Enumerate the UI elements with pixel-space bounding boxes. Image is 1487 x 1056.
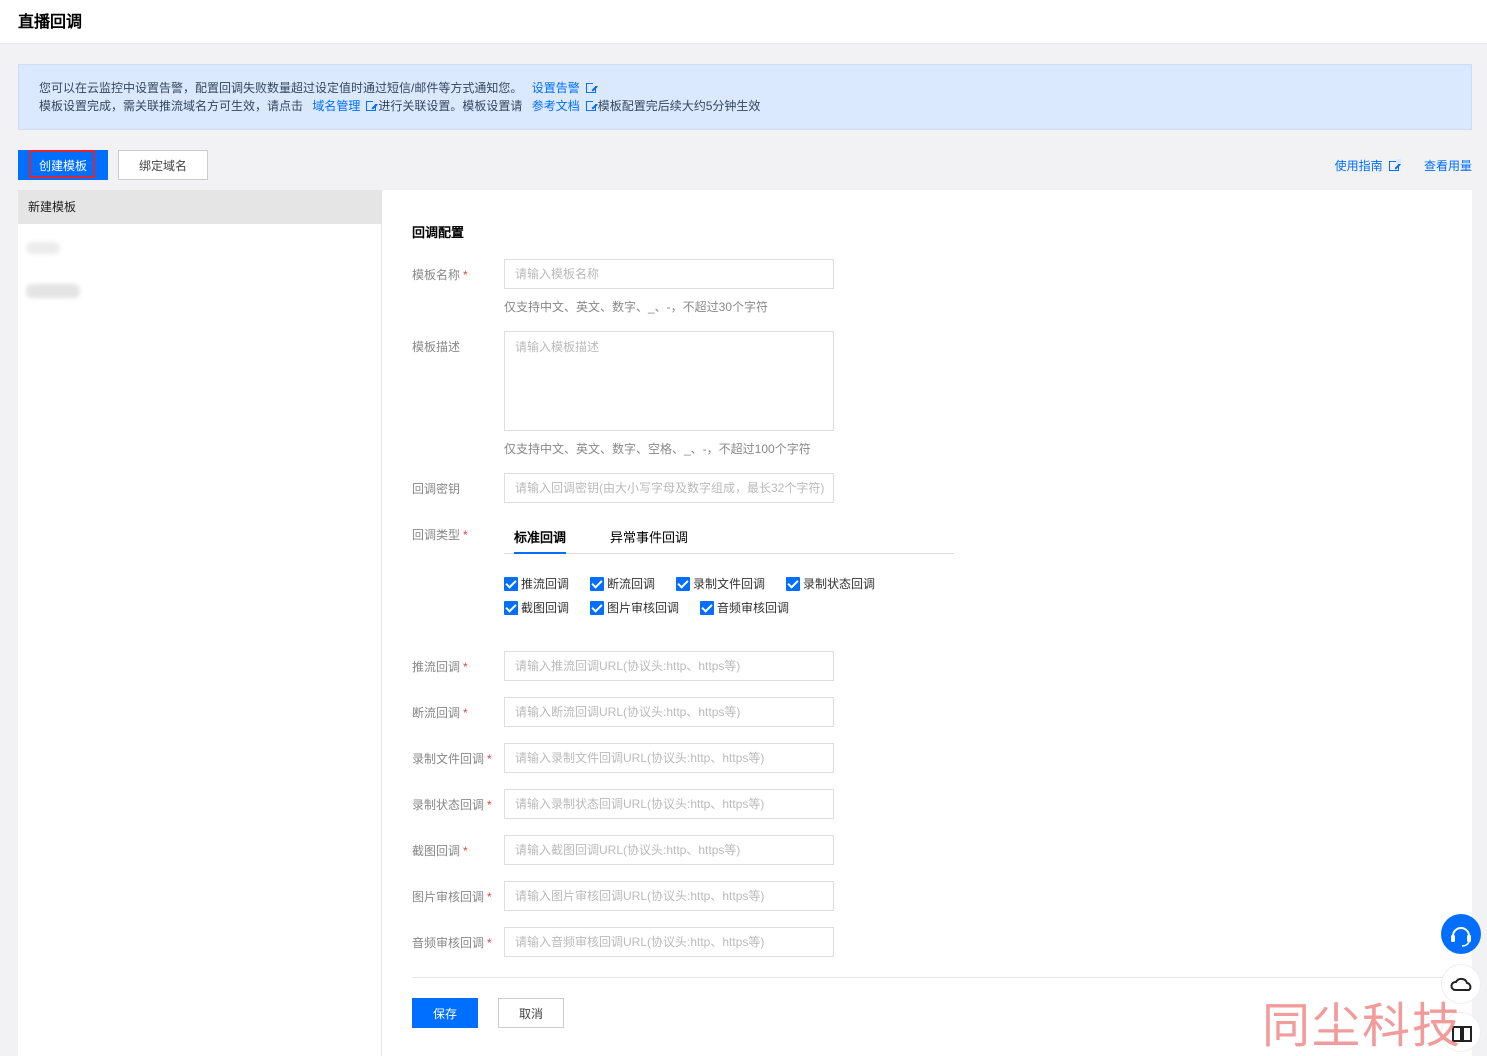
checkbox-checked-icon: [786, 577, 800, 591]
template-list-item-new[interactable]: 新建模板: [18, 190, 381, 224]
url-field-label: 图片审核回调 *: [412, 890, 492, 904]
url-field-label: 断流回调 *: [412, 706, 468, 720]
save-button[interactable]: 保存: [412, 998, 478, 1028]
url-field-label: 截图回调 *: [412, 844, 468, 858]
external-link-icon: [585, 81, 598, 93]
page-header: 直播回调: [0, 0, 1487, 44]
notice-banner: 您可以在云监控中设置告警，配置回调失败数量超过设定值时通过短信/邮件等方式通知您…: [18, 64, 1472, 130]
headset-icon: [1451, 927, 1471, 947]
reference-doc-link[interactable]: 参考文档: [532, 99, 580, 113]
domain-manage-link[interactable]: 域名管理: [312, 99, 360, 113]
blurred-template-item[interactable]: [26, 284, 80, 298]
tab-exception-callback[interactable]: 异常事件回调: [610, 522, 688, 554]
highlight-box: [29, 150, 95, 178]
external-link-icon: [1388, 159, 1401, 171]
watermark-text: 同尘科技: [1262, 998, 1463, 1054]
config-form: 回调配置 模板名称 * 请输入模板名称 仅支持中文、英文、数字、_、-，不超过30…: [382, 190, 1472, 1056]
url-field-label: 推流回调 *: [412, 660, 468, 674]
callback-type-label: 回调类型 *: [412, 528, 468, 542]
template-desc-textarea[interactable]: 请输入模板描述: [504, 331, 834, 431]
notice-line-2: 模板设置完成，需关联推流域名方可生效，请点击 域名管理 进行关联设置。模板设置请 …: [39, 99, 761, 113]
section-title: 回调配置: [412, 225, 465, 240]
checkbox-audio-review-callback[interactable]: 音频审核回调: [700, 599, 789, 616]
cancel-button[interactable]: 取消: [498, 998, 564, 1028]
template-name-hint: 仅支持中文、英文、数字、_、-，不超过30个字符: [504, 300, 769, 314]
push-callback-url-input[interactable]: 请输入推流回调URL(协议头:http、https等): [504, 651, 834, 681]
form-divider: [412, 977, 1452, 978]
customer-service-button[interactable]: [1441, 914, 1481, 954]
template-name-input[interactable]: 请输入模板名称: [504, 259, 834, 289]
url-field-label: 录制状态回调 *: [412, 798, 492, 812]
url-field-label: 录制文件回调 *: [412, 752, 492, 766]
set-alarm-link[interactable]: 设置告警: [532, 81, 580, 95]
external-link-icon: [585, 99, 598, 111]
record-file-callback-url-input[interactable]: 请输入录制文件回调URL(协议头:http、https等): [504, 743, 834, 773]
checkbox-screenshot-callback[interactable]: 截图回调: [504, 599, 569, 616]
checkbox-push-callback[interactable]: 推流回调: [504, 575, 569, 592]
disconnect-callback-url-input[interactable]: 请输入断流回调URL(协议头:http、https等): [504, 697, 834, 727]
audio-review-callback-url-input[interactable]: 请输入音频审核回调URL(协议头:http、https等): [504, 927, 834, 957]
checkbox-checked-icon: [504, 577, 518, 591]
checkbox-checked-icon: [504, 601, 518, 615]
tab-standard-callback[interactable]: 标准回调: [514, 522, 567, 554]
template-list: 新建模板: [18, 190, 382, 1056]
template-name-label: 模板名称 *: [412, 268, 468, 282]
top-links: 使用指南 查看用量: [1315, 157, 1472, 174]
checkbox-record-file-callback[interactable]: 录制文件回调: [676, 575, 765, 592]
callback-key-input[interactable]: 请输入回调密钥(由大小写字母及数字组成，最长32个字符): [504, 473, 834, 503]
checkbox-image-review-callback[interactable]: 图片审核回调: [590, 599, 679, 616]
url-field-label: 音频审核回调 *: [412, 936, 492, 950]
notice-line-1: 您可以在云监控中设置告警，配置回调失败数量超过设定值时通过短信/邮件等方式通知您…: [39, 79, 1451, 97]
view-usage-link[interactable]: 查看用量: [1424, 159, 1472, 173]
checkbox-disconnect-callback[interactable]: 断流回调: [590, 575, 655, 592]
page-title: 直播回调: [18, 14, 83, 31]
template-desc-hint: 仅支持中文、英文、数字、空格、_、-，不超过100个字符: [504, 442, 811, 456]
checkbox-checked-icon: [590, 577, 604, 591]
usage-guide-link[interactable]: 使用指南: [1335, 159, 1401, 173]
create-template-button[interactable]: 创建模板: [18, 150, 108, 180]
external-link-icon: [366, 99, 379, 111]
callback-key-label: 回调密钥: [412, 482, 461, 496]
bind-domain-button[interactable]: 绑定域名: [118, 150, 208, 180]
image-review-callback-url-input[interactable]: 请输入图片审核回调URL(协议头:http、https等): [504, 881, 834, 911]
checkbox-record-status-callback[interactable]: 录制状态回调: [786, 575, 875, 592]
record-status-callback-url-input[interactable]: 请输入录制状态回调URL(协议头:http、https等): [504, 789, 834, 819]
template-desc-label: 模板描述: [412, 340, 461, 354]
checkbox-checked-icon: [590, 601, 604, 615]
checkbox-checked-icon: [700, 601, 714, 615]
checkbox-checked-icon: [676, 577, 690, 591]
callback-type-tabs: 标准回调 异常事件回调: [504, 522, 954, 554]
blurred-template-item[interactable]: [26, 242, 60, 254]
screenshot-callback-url-input[interactable]: 请输入截图回调URL(协议头:http、https等): [504, 835, 834, 865]
